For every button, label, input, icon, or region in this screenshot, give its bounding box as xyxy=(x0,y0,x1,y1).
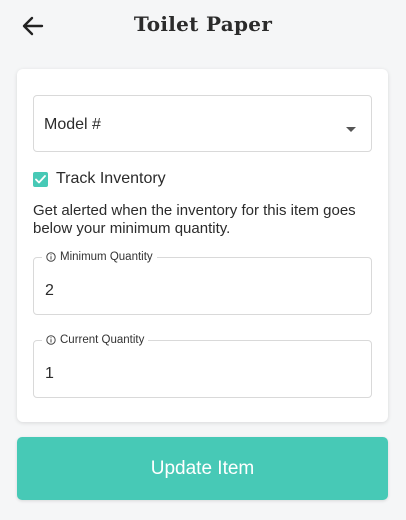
item-form-card: Model # Track Inventory Get alerted when… xyxy=(17,69,388,422)
minimum-quantity-legend: Minimum Quantity xyxy=(42,251,157,263)
current-quantity-field[interactable]: Current Quantity 1 xyxy=(33,334,372,398)
page-title: Toilet Paper xyxy=(133,12,273,36)
current-quantity-legend: Current Quantity xyxy=(42,334,149,346)
model-select[interactable]: Model # xyxy=(33,95,372,152)
current-quantity-label: Current Quantity xyxy=(60,334,145,346)
caret-down-icon xyxy=(346,127,356,132)
track-inventory-label[interactable]: Track Inventory xyxy=(56,170,166,188)
inventory-helper-text: Get alerted when the inventory for this … xyxy=(33,202,356,237)
model-select-value: Model # xyxy=(44,116,101,133)
checkmark-icon xyxy=(35,175,46,184)
update-item-button[interactable]: Update Item xyxy=(17,437,388,500)
header: Toilet Paper xyxy=(0,0,406,52)
minimum-quantity-input[interactable]: 2 xyxy=(45,282,54,300)
track-inventory-checkbox[interactable] xyxy=(33,172,48,187)
info-icon xyxy=(46,252,56,262)
info-icon xyxy=(46,335,56,345)
current-quantity-input[interactable]: 1 xyxy=(45,365,54,383)
minimum-quantity-label: Minimum Quantity xyxy=(60,251,153,263)
minimum-quantity-field[interactable]: Minimum Quantity 2 xyxy=(33,251,372,315)
